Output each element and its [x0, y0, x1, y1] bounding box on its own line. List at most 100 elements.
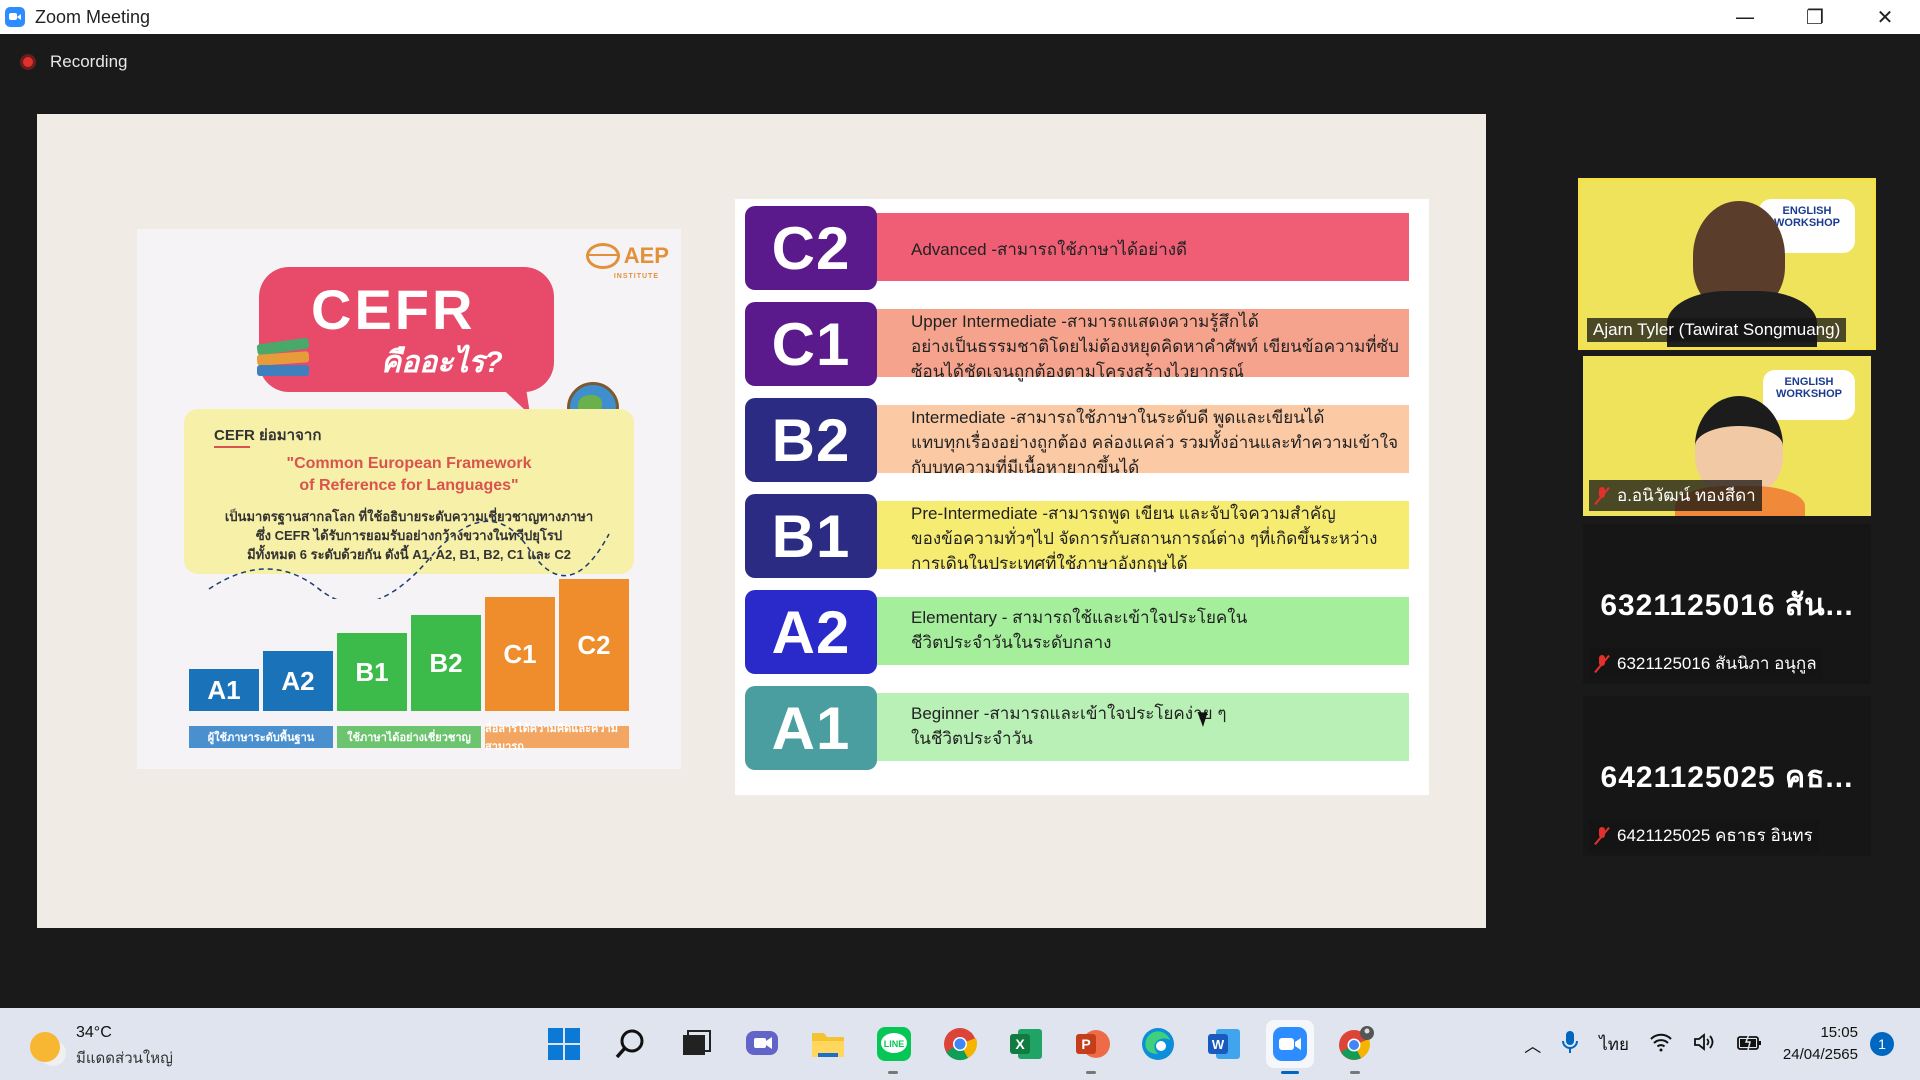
taskbar: 34°C มีแดดส่วนใหญ่ LINE X P W ︿ ไทย 15:0…	[0, 1008, 1920, 1080]
input-language[interactable]: ไทย	[1599, 1031, 1629, 1058]
mic-muted-icon	[1595, 826, 1609, 845]
participant-display-name: 6421125025 คธ...	[1600, 761, 1854, 794]
search-icon[interactable]	[606, 1020, 654, 1068]
level-stairs: A1 A2 B1 B2 C1 C2	[189, 519, 629, 711]
level-badge: C2	[745, 206, 877, 290]
participant-tile-1[interactable]: ENGLISH WORKSHOP อ.อนิวัฒน์ ทองสีดา	[1583, 356, 1871, 516]
level-title: Intermediate -สามารถใช้ภาษาในระดับดี พูด…	[911, 408, 1325, 427]
recording-indicator[interactable]: Recording	[20, 52, 128, 72]
level-detail: อย่างเป็นธรรมชาติโดยไม่ต้องหยุดคิดหาคำศั…	[911, 337, 1399, 381]
level-title: Pre-Intermediate -สามารถพูด เขียน และจับ…	[911, 504, 1336, 523]
abbr-label: CEFR ย่อมาจาก	[214, 427, 322, 444]
workshop-banner: ENGLISH WORKSHOP	[1763, 370, 1855, 420]
aep-globe-icon	[585, 243, 620, 269]
chevron-up-icon[interactable]: ︿	[1524, 1032, 1541, 1057]
step-c1: C1	[485, 597, 555, 711]
edge-icon[interactable]	[1134, 1020, 1182, 1068]
cefr-info-card: AEP INSTITUTE CEFR คืออะไร? CEFR ย่อมาจา…	[137, 229, 681, 769]
powerpoint-icon[interactable]: P	[1068, 1020, 1116, 1074]
shared-screen: AEP INSTITUTE CEFR คืออะไร? CEFR ย่อมาจา…	[37, 114, 1486, 928]
clock[interactable]: 15:05 24/04/2565	[1783, 1022, 1858, 1066]
volume-icon[interactable]	[1693, 1032, 1717, 1057]
close-button[interactable]: ✕	[1850, 0, 1920, 34]
temperature: 34°C	[76, 1024, 112, 1041]
level-description: Advanced -สามารถใช้ภาษาได้อย่างดี	[911, 237, 1399, 262]
level-detail: ชีวิตประจำวันในระดับกลาง	[911, 633, 1112, 652]
abbr-underline	[214, 446, 250, 448]
level-badge: A2	[745, 590, 877, 674]
level-description: Beginner -สามารถและเข้าใจประโยคง่าย ๆ ใน…	[911, 701, 1399, 751]
window-title: Zoom Meeting	[35, 6, 151, 27]
system-tray: ︿ ไทย 15:05 24/04/2565 1	[1514, 1008, 1920, 1080]
level-title: Advanced -สามารถใช้ภาษาได้อย่างดี	[911, 240, 1188, 259]
cefr-levels-panel: C2 Advanced -สามารถใช้ภาษาได้อย่างดี C1 …	[735, 199, 1429, 795]
wifi-icon[interactable]	[1649, 1032, 1673, 1057]
level-description: Pre-Intermediate -สามารถพูด เขียน และจับ…	[911, 501, 1399, 576]
participant-tile-0[interactable]: ENGLISH WORKSHOP Ajarn Tyler (Tawirat Son…	[1578, 178, 1876, 350]
caption-proficient: สื่อสารได้ความคิดและความสามารถ	[485, 723, 629, 753]
window-titlebar: Zoom Meeting — ❐ ✕	[0, 0, 1920, 34]
zoom-app-icon	[5, 7, 25, 27]
level-row-a2: A2 Elementary - สามารถใช้และเข้าใจประโยค…	[745, 585, 1419, 675]
level-description: Intermediate -สามารถใช้ภาษาในระดับดี พูด…	[911, 405, 1399, 480]
participant-name-label: Ajarn Tyler (Tawirat Songmuang)	[1587, 318, 1847, 342]
start-icon[interactable]	[540, 1020, 588, 1068]
participant-name: 6421125025 คธาธร อินทร	[1617, 826, 1813, 845]
recording-dot-icon	[20, 54, 36, 70]
level-row-c1: C1 Upper Intermediate -สามารถแสดงความรู้…	[745, 297, 1419, 387]
full-name-line-2: of Reference for Languages"	[299, 477, 519, 494]
microphone-icon[interactable]	[1561, 1030, 1579, 1059]
svg-text:LINE: LINE	[884, 1039, 905, 1049]
participant-name-label: 6321125016 สันนิภา อนุกูล	[1589, 648, 1823, 679]
participant-tile-3[interactable]: 6421125025 คธ... 6421125025 คธาธร อินทร	[1583, 696, 1871, 856]
task-view-icon[interactable]	[672, 1020, 720, 1068]
level-badge: B1	[745, 494, 877, 578]
level-row-a1: A1 Beginner -สามารถและเข้าใจประโยคง่าย ๆ…	[745, 681, 1419, 771]
participant-name: 6321125016 สันนิภา อนุกูล	[1617, 654, 1817, 673]
weather-widget[interactable]: 34°C มีแดดส่วนใหญ่	[30, 1024, 173, 1070]
level-row-b2: B2 Intermediate -สามารถใช้ภาษาในระดับดี …	[745, 393, 1419, 483]
file-explorer-icon[interactable]	[804, 1020, 852, 1068]
level-title: Elementary - สามารถใช้และเข้าใจประโยคใน	[911, 608, 1248, 627]
weather-sun-icon	[30, 1032, 60, 1062]
level-row-c2: C2 Advanced -สามารถใช้ภาษาได้อย่างดี	[745, 201, 1419, 291]
chrome-profile-icon[interactable]	[1332, 1020, 1380, 1074]
recording-label: Recording	[50, 52, 128, 71]
minimize-button[interactable]: —	[1710, 0, 1780, 34]
step-a1: A1	[189, 669, 259, 711]
active-indicator	[1281, 1071, 1299, 1074]
running-indicator	[1350, 1071, 1360, 1074]
level-detail: ในชีวิตประจำวัน	[911, 729, 1033, 748]
chrome-icon[interactable]	[936, 1020, 984, 1068]
aep-logo-subtext: INSTITUTE	[613, 273, 659, 280]
step-a2: A2	[263, 651, 333, 711]
level-badge: C1	[745, 302, 877, 386]
participant-tile-2[interactable]: 6321125016 สัน... 6321125016 สันนิภา อนุ…	[1583, 524, 1871, 684]
caption-basic: ผู้ใช้ภาษาระดับพื้นฐาน	[189, 726, 333, 748]
aep-logo: AEP INSTITUTE	[585, 243, 669, 280]
line-app-icon[interactable]: LINE	[870, 1020, 918, 1074]
full-name-line-1: "Common European Framework	[286, 455, 532, 472]
bubble-subtitle: คืออะไร?	[381, 346, 503, 379]
step-c2: C2	[559, 579, 629, 711]
restore-button[interactable]: ❐	[1780, 0, 1850, 34]
mic-muted-icon	[1595, 486, 1609, 505]
level-badge: A1	[745, 686, 877, 770]
participant-name-label: อ.อนิวัฒน์ ทองสีดา	[1589, 480, 1762, 511]
step-b2: B2	[411, 615, 481, 711]
level-badge: B2	[745, 398, 877, 482]
step-b1: B1	[337, 633, 407, 711]
notification-badge[interactable]: 1	[1870, 1032, 1894, 1056]
participant-display-name: 6321125016 สัน...	[1600, 589, 1854, 622]
level-description: Upper Intermediate -สามารถแสดงความรู้สึก…	[911, 309, 1399, 384]
teams-chat-icon[interactable]	[738, 1020, 786, 1068]
participant-name: อ.อนิวัฒน์ ทองสีดา	[1617, 486, 1756, 505]
participant-name: Ajarn Tyler (Tawirat Songmuang)	[1593, 320, 1841, 339]
zoom-icon[interactable]	[1266, 1020, 1314, 1074]
battery-icon[interactable]	[1737, 1033, 1763, 1056]
level-title: Beginner -สามารถและเข้าใจประโยคง่าย ๆ	[911, 704, 1227, 723]
caption-independent: ใช้ภาษาได้อย่างเชี่ยวชาญ	[337, 726, 481, 748]
word-icon[interactable]: W	[1200, 1020, 1248, 1068]
weather-description: มีแดดส่วนใหญ่	[76, 1050, 173, 1067]
excel-icon[interactable]: X	[1002, 1020, 1050, 1068]
